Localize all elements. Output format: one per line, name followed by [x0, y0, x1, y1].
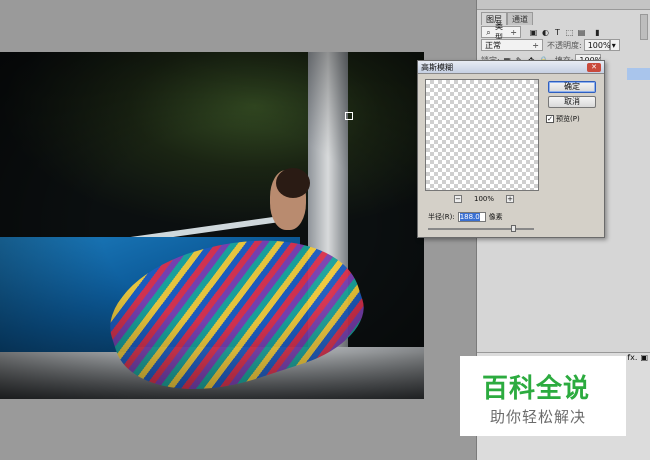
tab-channels[interactable]: 通道 — [507, 12, 533, 25]
blend-mode-value: 正常 — [485, 40, 501, 50]
shape-filter-icon[interactable]: ⬚ — [565, 28, 574, 37]
check-icon[interactable]: ✓ — [546, 115, 554, 123]
ok-button[interactable]: 确定 — [548, 81, 596, 93]
adjustment-filter-icon[interactable]: ◐ — [541, 28, 550, 37]
zoom-out-button[interactable]: − — [454, 195, 462, 203]
blur-preview[interactable] — [425, 79, 539, 191]
filter-kind-select[interactable]: ⌕ 类型 ÷ — [481, 22, 521, 42]
cancel-button[interactable]: 取消 — [548, 96, 596, 108]
radius-unit: 像素 — [488, 213, 503, 221]
blend-row: 正常 ÷ 不透明度: 100% ▾ — [481, 38, 620, 52]
fx-icon[interactable]: fx. — [627, 353, 637, 362]
opacity-input[interactable]: 100% — [583, 39, 611, 51]
watermark-title: 百科全说 — [482, 374, 591, 404]
blend-mode-select[interactable]: 正常 ÷ — [481, 39, 543, 51]
preview-checkbox-row[interactable]: ✓ 预览(P) — [546, 114, 580, 124]
filter-toggle-icon[interactable]: ▮ — [593, 28, 602, 37]
zoom-in-button[interactable]: + — [506, 195, 515, 203]
type-filter-icon[interactable]: T — [553, 28, 562, 37]
watermark-logo: 百科全说 助你轻松解决 — [460, 356, 626, 436]
smart-object-filter-icon[interactable]: ▤ — [577, 28, 586, 37]
trash-icon[interactable]: ▣ — [640, 353, 648, 362]
opacity-value: 100% — [587, 40, 611, 50]
close-icon[interactable]: ✕ — [587, 62, 601, 72]
selected-layer-row[interactable] — [627, 68, 650, 80]
chevron-down-icon: ÷ — [532, 40, 539, 50]
opacity-label: 不透明度: — [547, 40, 582, 50]
zoom-controls: − 100% + — [454, 195, 515, 203]
panel-top-rail — [477, 0, 650, 10]
radius-slider-thumb[interactable] — [511, 225, 516, 232]
opacity-dropdown-icon[interactable]: ▾ — [609, 39, 620, 51]
radius-input[interactable]: 188.0 — [457, 212, 486, 222]
radius-row: 半径(R): 188.0 像素 — [428, 212, 503, 222]
panel-scrollbar[interactable] — [640, 14, 648, 40]
filter-row: ⌕ 类型 ÷ ▣ ◐ T ⬚ ▤ ▮ — [481, 22, 605, 42]
image-filter-icon[interactable]: ▣ — [529, 28, 538, 37]
transform-handle[interactable] — [345, 112, 353, 120]
search-icon: ⌕ — [486, 27, 491, 37]
dialog-title: 高斯模糊 — [421, 62, 453, 72]
radius-label: 半径(R): — [428, 213, 455, 221]
chevron-down-icon: ÷ — [510, 27, 517, 37]
preview-label: 预览(P) — [556, 115, 580, 123]
radius-slider-track[interactable] — [428, 228, 534, 230]
radius-value: 188.0 — [459, 213, 480, 221]
zoom-value: 100% — [474, 195, 495, 203]
watermark-subtitle: 助你轻松解决 — [490, 408, 587, 426]
gaussian-blur-dialog: 高斯模糊 ✕ − 100% + 确定 取消 ✓ 预览(P) 半径(R): 188… — [417, 60, 605, 238]
document-canvas[interactable] — [0, 52, 424, 399]
vignette-overlay — [0, 52, 424, 399]
dialog-titlebar[interactable]: 高斯模糊 ✕ — [418, 61, 604, 74]
